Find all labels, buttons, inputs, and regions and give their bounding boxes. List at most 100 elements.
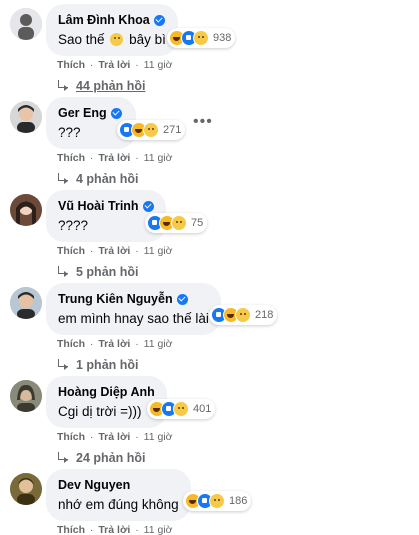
reply-button[interactable]: Trả lời <box>98 431 130 443</box>
reply-arrow-icon <box>58 173 68 184</box>
avatar-image <box>10 8 42 40</box>
reaction-count: 938 <box>213 32 232 44</box>
view-replies-link[interactable]: 24 phản hồi <box>58 451 145 465</box>
reply-button[interactable]: Trả lời <box>98 59 130 71</box>
reply-button[interactable]: Trả lời <box>98 524 130 535</box>
comment-time[interactable]: 11 giờ <box>144 59 173 71</box>
view-replies-link[interactable]: 44 phản hồi <box>58 79 145 93</box>
sad-reaction-icon <box>235 307 251 323</box>
comment-text-part: Sao thế <box>58 32 105 47</box>
comment: Vũ Hoài Trinh ???? 75 Thích · Trả lời · … <box>0 190 419 282</box>
like-button[interactable]: Thích <box>57 245 85 257</box>
replies-count: 44 phản hồi <box>76 79 146 93</box>
like-button[interactable]: Thích <box>57 59 85 71</box>
comment-author[interactable]: Ger Eng <box>58 106 107 120</box>
comment-text: em mình hnay sao thế lài <box>58 311 209 326</box>
avatar-image <box>10 101 42 133</box>
like-button[interactable]: Thích <box>57 152 85 164</box>
avatar-image <box>10 380 42 412</box>
reaction-count: 186 <box>229 495 248 507</box>
view-replies-link[interactable]: 1 phản hồi <box>58 358 139 372</box>
separator: · <box>89 245 94 257</box>
reaction-count: 218 <box>255 309 274 321</box>
comment-author[interactable]: Trung Kiên Nguyễn <box>58 292 173 306</box>
avatar[interactable] <box>10 194 42 226</box>
avatar-image <box>10 287 42 319</box>
sad-reaction-icon <box>193 30 209 46</box>
replies-count: 24 phản hồi <box>76 451 146 465</box>
separator: · <box>135 152 139 164</box>
like-button[interactable]: Thích <box>57 338 85 350</box>
avatar[interactable] <box>10 287 42 319</box>
comment-author[interactable]: Dev Nguyen <box>58 478 130 492</box>
verified-badge-icon <box>142 200 154 212</box>
comment-time[interactable]: 11 giờ <box>144 524 173 535</box>
separator: · <box>135 59 139 71</box>
separator: · <box>135 338 139 350</box>
comment-time[interactable]: 11 giờ <box>144 431 173 443</box>
replies-count: 1 phản hồi <box>76 358 139 372</box>
avatar[interactable] <box>10 380 42 412</box>
reply-arrow-icon <box>58 452 68 463</box>
reaction-summary[interactable]: 271 <box>117 120 186 140</box>
reaction-summary[interactable]: 401 <box>147 399 216 419</box>
comment: Ger Eng ??? 271 ••• Thích · Trả lời · 11… <box>0 97 419 189</box>
reply-arrow-icon <box>58 359 68 370</box>
reaction-count: 75 <box>191 217 204 229</box>
comment: Lâm Đình Khoa Sao thế bây bì 938 Thích ·… <box>0 4 419 96</box>
reply-button[interactable]: Trả lời <box>98 245 130 257</box>
reaction-summary[interactable]: 938 <box>167 28 236 48</box>
verified-badge-icon <box>176 293 188 305</box>
reply-arrow-icon <box>58 266 68 277</box>
comment-bubble: Lâm Đình Khoa Sao thế bây bì <box>46 4 178 56</box>
comment-time[interactable]: 11 giờ <box>144 152 173 164</box>
avatar-image <box>10 194 42 226</box>
sad-emoji-icon <box>110 33 124 46</box>
separator: · <box>89 338 94 350</box>
avatar[interactable] <box>10 101 42 133</box>
reply-button[interactable]: Trả lời <box>98 152 130 164</box>
avatar-image <box>10 473 42 505</box>
avatar[interactable] <box>10 8 42 40</box>
avatar[interactable] <box>10 473 42 505</box>
comment-text: ??? <box>58 125 81 140</box>
reply-arrow-icon <box>58 80 68 91</box>
reaction-count: 401 <box>193 403 212 415</box>
separator: · <box>135 524 139 535</box>
comment: Dev Nguyen nhớ em đúng không 186 Thích ·… <box>0 469 419 535</box>
view-replies-link[interactable]: 4 phản hồi <box>58 172 139 186</box>
comment-author[interactable]: Vũ Hoài Trinh <box>58 199 139 213</box>
sad-reaction-icon <box>209 493 225 509</box>
comment-actions: Thích · Trả lời · 11 giờ <box>57 338 173 350</box>
comment-bubble: Dev Nguyen nhớ em đúng không <box>46 469 191 521</box>
more-options-icon[interactable]: ••• <box>193 113 213 131</box>
replies-count: 5 phản hồi <box>76 265 139 279</box>
comment-text: Sao thế bây bì <box>58 32 166 48</box>
sad-reaction-icon <box>143 122 159 138</box>
separator: · <box>89 152 94 164</box>
comment-time[interactable]: 11 giờ <box>144 245 173 257</box>
view-replies-link[interactable]: 5 phản hồi <box>58 265 139 279</box>
separator: · <box>135 431 139 443</box>
comment-actions: Thích · Trả lời · 11 giờ <box>57 59 173 71</box>
comment-text: ???? <box>58 218 89 233</box>
like-button[interactable]: Thích <box>57 524 85 535</box>
replies-count: 4 phản hồi <box>76 172 139 186</box>
separator: · <box>89 431 94 443</box>
reaction-summary[interactable]: 75 <box>145 213 208 233</box>
sad-reaction-icon <box>173 401 189 417</box>
like-button[interactable]: Thích <box>57 431 85 443</box>
comment: Hoàng Diệp Anh Cgi dị trời =))) 401 Thíc… <box>0 376 419 468</box>
comment-text: nhớ em đúng không <box>58 497 179 512</box>
verified-badge-icon <box>110 107 122 119</box>
comment-actions: Thích · Trả lời · 11 giờ <box>57 524 173 535</box>
reaction-summary[interactable]: 186 <box>183 491 252 511</box>
reaction-count: 271 <box>163 124 182 136</box>
verified-badge-icon <box>153 14 165 26</box>
reaction-summary[interactable]: 218 <box>209 305 278 325</box>
reply-button[interactable]: Trả lời <box>98 338 130 350</box>
comment-actions: Thích · Trả lời · 11 giờ <box>57 152 173 164</box>
comment-time[interactable]: 11 giờ <box>144 338 173 350</box>
comment-author[interactable]: Lâm Đình Khoa <box>58 13 150 27</box>
comment-author[interactable]: Hoàng Diệp Anh <box>58 385 155 399</box>
